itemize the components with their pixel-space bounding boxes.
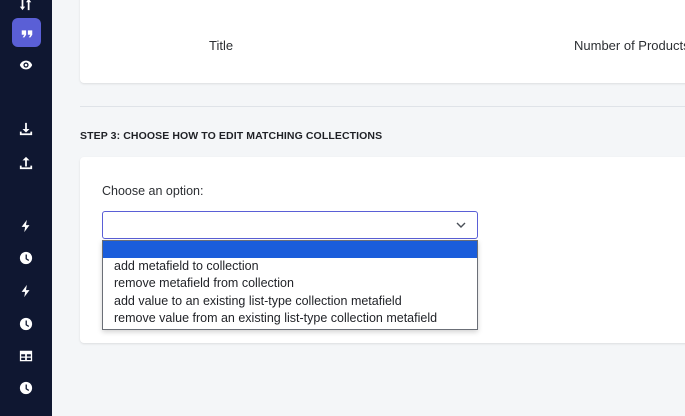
table-icon[interactable] (14, 344, 38, 368)
dropdown-option-remove-metafield[interactable]: remove metafield from collection (103, 275, 477, 292)
option-dropdown-list: add metafield to collection remove metaf… (102, 240, 478, 330)
sidebar (0, 0, 52, 416)
clock-icon[interactable] (14, 312, 38, 336)
dropdown-option-remove-list-value[interactable]: remove value from an existing list-type … (103, 310, 477, 327)
dropdown-option-add-metafield[interactable]: add metafield to collection (103, 258, 477, 275)
bolt-icon[interactable] (14, 279, 38, 303)
column-header-title[interactable]: Title (209, 38, 233, 53)
option-label: Choose an option: (102, 184, 204, 198)
upload-icon[interactable] (14, 151, 38, 175)
quote-icon[interactable] (12, 18, 41, 47)
eye-icon[interactable] (14, 53, 38, 77)
main-content: Title Number of Products STEP 3: CHOOSE … (52, 0, 685, 416)
chevron-down-icon (456, 222, 466, 228)
download-icon[interactable] (14, 117, 38, 141)
option-select[interactable] (102, 211, 478, 239)
results-table-card: Title Number of Products (80, 0, 685, 83)
clock-icon[interactable] (14, 246, 38, 270)
section-divider (80, 106, 685, 107)
bolt-icon[interactable] (14, 214, 38, 238)
dropdown-option-add-list-value[interactable]: add value to an existing list-type colle… (103, 293, 477, 310)
clock-icon[interactable] (14, 376, 38, 400)
dropdown-option-empty[interactable] (103, 241, 477, 259)
step-title: STEP 3: CHOOSE HOW TO EDIT MATCHING COLL… (80, 130, 383, 142)
column-header-number-of-products[interactable]: Number of Products (574, 38, 685, 53)
sort-icon[interactable] (14, 0, 38, 16)
